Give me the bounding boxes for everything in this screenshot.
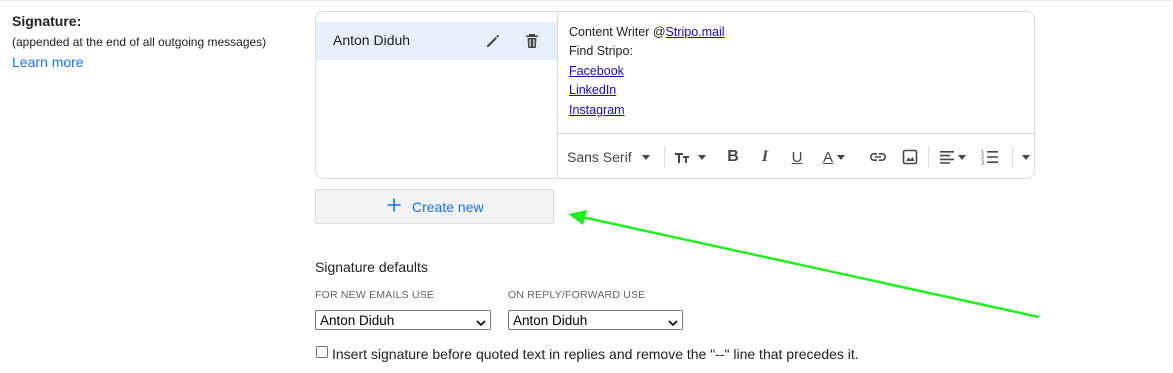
chevron-down-icon — [837, 154, 845, 160]
signature-name: Anton Diduh — [333, 32, 411, 48]
chevron-down-icon — [1022, 154, 1030, 160]
signature-line-title: Content Writer @Stripo.mail — [569, 25, 725, 39]
font-family-value: Sans Serif — [567, 149, 632, 165]
toolbar-divider — [928, 147, 929, 167]
insert-before-quoted-checkbox[interactable] — [316, 346, 328, 358]
underline-icon[interactable]: U — [784, 134, 810, 178]
signature-list: Anton Diduh — [316, 12, 558, 178]
new-emails-label: FOR NEW EMAILS USE — [315, 289, 435, 301]
chevron-down-icon — [476, 315, 486, 333]
formatting-toolbar: Sans Serif B I U A 123 — [557, 133, 1034, 178]
svg-text:3: 3 — [981, 160, 984, 165]
signature-section-label: Signature: — [12, 13, 82, 29]
link-icon[interactable] — [865, 134, 891, 178]
insert-before-quoted-label: Insert signature before quoted text in r… — [332, 346, 859, 362]
chevron-down-icon — [641, 154, 650, 160]
stripo-mail-link[interactable]: Stripo.mail — [666, 25, 725, 39]
top-divider — [0, 0, 1173, 1]
text-size-icon[interactable] — [670, 134, 710, 178]
signature-list-item[interactable]: Anton Diduh — [316, 22, 557, 60]
more-formatting-icon[interactable] — [1017, 134, 1034, 178]
learn-more-link[interactable]: Learn more — [12, 54, 84, 70]
align-icon[interactable] — [933, 134, 971, 178]
create-new-label: Create new — [412, 199, 484, 215]
toolbar-divider — [664, 147, 665, 167]
signature-defaults-title: Signature defaults — [315, 259, 428, 275]
signature-text-editor[interactable]: Content Writer @Stripo.mail Find Stripo:… — [557, 12, 1034, 132]
instagram-link[interactable]: Instagram — [569, 103, 625, 117]
plus-icon — [386, 197, 402, 218]
chevron-down-icon — [668, 315, 678, 333]
trash-icon[interactable] — [522, 31, 542, 51]
signature-title-text: Content Writer @ — [569, 25, 666, 39]
signature-line-find: Find Stripo: — [569, 44, 633, 58]
linkedin-link[interactable]: LinkedIn — [569, 83, 616, 97]
chevron-down-icon — [698, 154, 706, 160]
font-family-select[interactable]: Sans Serif — [567, 134, 650, 178]
bold-icon[interactable]: B — [720, 134, 746, 178]
signature-editor-panel: Anton Diduh Content Writer @Stripo.mail … — [315, 11, 1035, 179]
reply-forward-signature-select[interactable]: Anton Diduh — [508, 310, 683, 330]
edit-pencil-icon[interactable] — [483, 31, 503, 51]
new-emails-signature-select[interactable]: Anton Diduh — [315, 310, 491, 330]
text-color-icon[interactable]: A — [816, 134, 852, 178]
create-new-button[interactable]: Create new — [315, 189, 554, 224]
italic-icon[interactable]: I — [752, 134, 778, 178]
image-icon[interactable] — [897, 134, 923, 178]
numbered-list-icon[interactable]: 123 — [977, 134, 1003, 178]
chevron-down-icon — [957, 154, 966, 160]
reply-forward-signature-value: Anton Diduh — [513, 313, 588, 328]
reply-forward-label: ON REPLY/FORWARD USE — [508, 289, 646, 301]
new-emails-signature-value: Anton Diduh — [320, 313, 395, 328]
signature-section-sublabel: (appended at the end of all outgoing mes… — [12, 35, 267, 49]
facebook-link[interactable]: Facebook — [569, 64, 624, 78]
toolbar-divider — [1012, 147, 1013, 167]
